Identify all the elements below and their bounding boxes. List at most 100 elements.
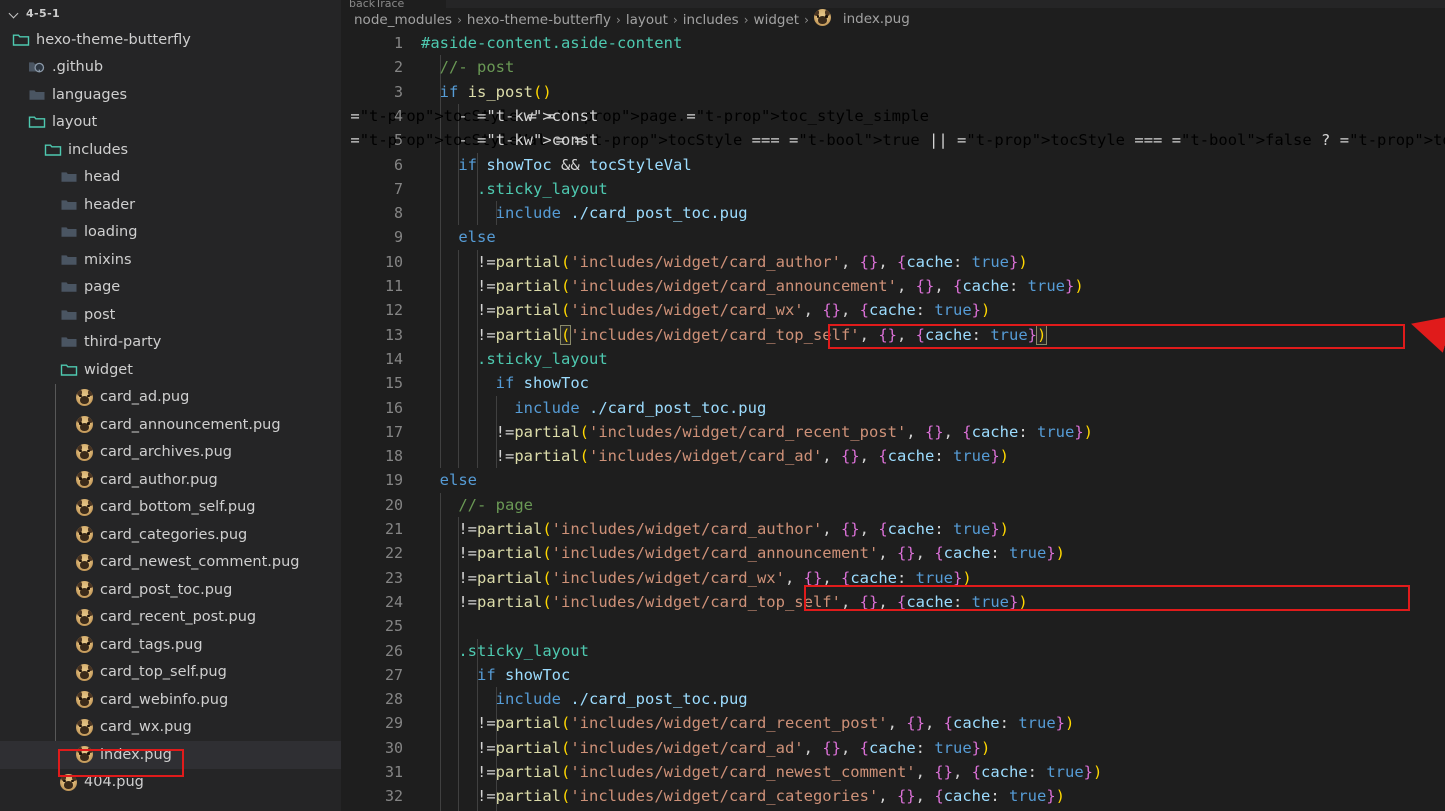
code-line[interactable]: 16 include ./card_post_toc.pug xyxy=(341,396,1445,420)
code-line[interactable]: 14 .sticky_layout xyxy=(341,347,1445,371)
line-number: 8 xyxy=(393,204,403,223)
line-content: .sticky_layout xyxy=(458,641,589,660)
breadcrumb-item[interactable]: widget xyxy=(754,12,800,28)
tree-item-card-ad-pug[interactable]: card_ad.pug xyxy=(0,384,341,412)
code-line[interactable]: 23 !=partial('includes/widget/card_wx', … xyxy=(341,566,1445,590)
tree-item-loading[interactable]: loading xyxy=(0,219,341,247)
code-line[interactable]: 11 !=partial('includes/widget/card_annou… xyxy=(341,274,1445,298)
code-line[interactable]: 5 - ="t-kw">const ="t-prop">tocStyleVal … xyxy=(341,128,1445,152)
tree-item-card-announcement-pug[interactable]: card_announcement.pug xyxy=(0,411,341,439)
editor-tab[interactable]: backTrace xyxy=(341,0,446,8)
tree-item-mixins[interactable]: mixins xyxy=(0,246,341,274)
folder-closed-icon xyxy=(60,306,78,324)
line-number: 20 xyxy=(384,495,403,514)
tree-item-card-bottom-self-pug[interactable]: card_bottom_self.pug xyxy=(0,494,341,522)
tree-item-card-author-pug[interactable]: card_author.pug xyxy=(0,466,341,494)
code-line[interactable]: 7 .sticky_layout xyxy=(341,177,1445,201)
line-number: 12 xyxy=(384,301,403,320)
code-line[interactable]: 26 .sticky_layout xyxy=(341,639,1445,663)
code-line[interactable]: 29 !=partial('includes/widget/card_recen… xyxy=(341,711,1445,735)
breadcrumb-item[interactable]: includes xyxy=(683,12,739,28)
code-line[interactable]: 6 if showToc && tocStyleVal xyxy=(341,153,1445,177)
tree-item-card-archives-pug[interactable]: card_archives.pug xyxy=(0,439,341,467)
tree-item-card-wx-pug[interactable]: card_wx.pug xyxy=(0,714,341,742)
tree-item-includes[interactable]: includes xyxy=(0,136,341,164)
line-content: !=partial('includes/widget/card_newest_c… xyxy=(477,763,1103,781)
tree-item-head[interactable]: head xyxy=(0,164,341,192)
code-line[interactable]: 4 - ="t-kw">const ="t-prop">tocStyle = =… xyxy=(341,104,1445,128)
code-line[interactable]: 8 include ./card_post_toc.pug xyxy=(341,201,1445,225)
folder-closed-icon xyxy=(28,86,46,104)
pug-file-icon xyxy=(76,608,93,626)
chevron-down-icon[interactable] xyxy=(6,5,22,21)
line-number: 31 xyxy=(384,763,403,781)
code-line[interactable]: 19 else xyxy=(341,468,1445,492)
tree-item-card-newest-comment-pug[interactable]: card_newest_comment.pug xyxy=(0,549,341,577)
tree-item-404-pug[interactable]: 404.pug xyxy=(0,769,341,797)
tree-item-third-party[interactable]: third-party xyxy=(0,329,341,357)
tree-item-page[interactable]: page xyxy=(0,274,341,302)
tree-item-hexo-theme-butterfly[interactable]: hexo-theme-butterfly xyxy=(0,26,341,54)
folder-closed-icon xyxy=(60,278,78,296)
tree-item-label: hexo-theme-butterfly xyxy=(36,31,191,48)
tree-item-label: card_tags.pug xyxy=(100,636,203,653)
explorer-section-header[interactable]: 4-5-1 xyxy=(0,0,341,26)
tree-item-label: post xyxy=(84,306,116,323)
line-number: 23 xyxy=(384,568,403,587)
code-line[interactable]: 18 !=partial('includes/widget/card_ad', … xyxy=(341,444,1445,468)
code-line[interactable]: 25 xyxy=(341,614,1445,638)
folder-open-icon xyxy=(12,31,30,49)
breadcrumb-item[interactable]: index.pug xyxy=(813,9,910,30)
code-line[interactable]: 10 !=partial('includes/widget/card_autho… xyxy=(341,250,1445,274)
breadcrumb-item[interactable]: layout xyxy=(626,12,668,28)
tree-item-card-post-toc-pug[interactable]: card_post_toc.pug xyxy=(0,576,341,604)
line-content: include ./card_post_toc.pug xyxy=(514,398,767,417)
tree-item-card-tags-pug[interactable]: card_tags.pug xyxy=(0,631,341,659)
code-line[interactable]: 3 if is_post() xyxy=(341,80,1445,104)
code-line[interactable]: 12 !=partial('includes/widget/card_wx', … xyxy=(341,298,1445,322)
code-line[interactable]: 24 !=partial('includes/widget/card_top_s… xyxy=(341,590,1445,614)
breadcrumb-separator: › xyxy=(672,12,678,27)
pug-file-icon xyxy=(76,746,93,764)
file-tree[interactable]: hexo-theme-butterfly .github languages layo… xyxy=(0,26,341,811)
tree-item-label: card_bottom_self.pug xyxy=(100,499,256,516)
tree-item-card-top-self-pug[interactable]: card_top_self.pug xyxy=(0,659,341,687)
tree-item-card-categories-pug[interactable]: card_categories.pug xyxy=(0,521,341,549)
tree-item-label: header xyxy=(84,196,136,213)
tree-item-label: card_archives.pug xyxy=(100,444,233,461)
breadcrumb[interactable]: node_modules › hexo-theme-butterfly › layout… xyxy=(341,8,1445,31)
code-editor[interactable]: 1 #aside-content.aside-content 2 //- post 3… xyxy=(341,31,1445,811)
breadcrumb-item[interactable]: node_modules xyxy=(354,12,452,28)
code-line[interactable]: 20 //- page xyxy=(341,493,1445,517)
tree-item-post[interactable]: post xyxy=(0,301,341,329)
code-line[interactable]: 32 !=partial('includes/widget/card_categ… xyxy=(341,784,1445,808)
code-line[interactable]: 9 else xyxy=(341,225,1445,249)
code-line[interactable]: 30 !=partial('includes/widget/card_ad', … xyxy=(341,736,1445,760)
code-line[interactable]: 21 !=partial('includes/widget/card_autho… xyxy=(341,517,1445,541)
code-line[interactable]: 22 !=partial('includes/widget/card_annou… xyxy=(341,541,1445,565)
tree-item-header[interactable]: header xyxy=(0,191,341,219)
code-line[interactable]: 13 !=partial('includes/widget/card_top_s… xyxy=(341,323,1445,347)
tree-item-label: card_post_toc.pug xyxy=(100,581,233,598)
tree-item--github[interactable]: .github xyxy=(0,54,341,82)
folder-closed-icon xyxy=(60,223,78,241)
tree-item-card-recent-post-pug[interactable]: card_recent_post.pug xyxy=(0,604,341,632)
line-content: .sticky_layout xyxy=(477,349,608,368)
folder-closed-icon xyxy=(60,168,78,186)
code-line[interactable]: 17 !=partial('includes/widget/card_recen… xyxy=(341,420,1445,444)
breadcrumb-item[interactable]: hexo-theme-butterfly xyxy=(467,12,611,28)
folder-open-icon xyxy=(44,141,62,159)
code-line[interactable]: 31 !=partial('includes/widget/card_newes… xyxy=(341,760,1445,784)
tree-item-index-pug[interactable]: index.pug xyxy=(0,741,341,769)
tree-item-widget[interactable]: widget xyxy=(0,356,341,384)
tree-item-label: mixins xyxy=(84,251,132,268)
pug-file-icon xyxy=(60,773,77,791)
code-line[interactable]: 15 if showToc xyxy=(341,371,1445,395)
code-line[interactable]: 28 include ./card_post_toc.pug xyxy=(341,687,1445,711)
code-line[interactable]: 2 //- post xyxy=(341,55,1445,79)
code-line[interactable]: 1 #aside-content.aside-content xyxy=(341,31,1445,55)
code-line[interactable]: 27 if showToc xyxy=(341,663,1445,687)
tree-item-languages[interactable]: languages xyxy=(0,81,341,109)
tree-item-card-webinfo-pug[interactable]: card_webinfo.pug xyxy=(0,686,341,714)
tree-item-layout[interactable]: layout xyxy=(0,109,341,137)
